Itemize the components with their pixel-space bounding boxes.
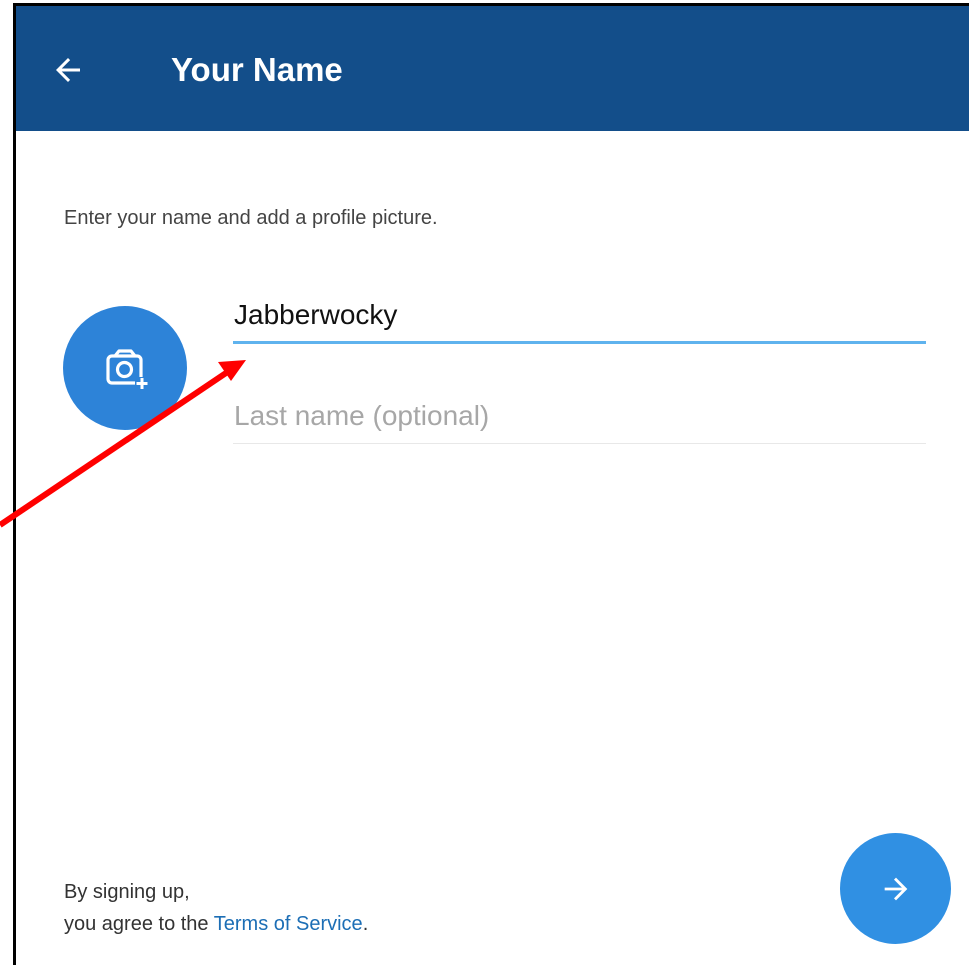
app-bar: Your Name: [16, 6, 969, 131]
camera-add-icon: [106, 349, 149, 390]
add-profile-picture-button[interactable]: [63, 306, 187, 430]
back-button[interactable]: [42, 44, 94, 96]
terms-line-1: By signing up,: [64, 881, 190, 903]
terms-suffix: .: [362, 913, 369, 935]
first-name-input[interactable]: [233, 288, 926, 344]
arrow-right-icon: [884, 877, 907, 900]
terms-prefix: you agree to the: [64, 913, 214, 935]
last-name-input[interactable]: [233, 388, 926, 444]
next-button[interactable]: [840, 833, 951, 944]
terms-notice: By signing up, you agree to the Terms of…: [64, 876, 368, 940]
terms-of-service-link[interactable]: Terms of Service: [214, 913, 363, 935]
terms-line-2: you agree to the Terms of Service.: [64, 908, 368, 940]
instructions-text: Enter your name and add a profile pictur…: [64, 207, 438, 229]
arrow-left-icon: [56, 58, 80, 82]
page-title: Your Name: [171, 51, 343, 88]
app-screen: Your Name Enter your name and add a prof…: [13, 3, 969, 965]
